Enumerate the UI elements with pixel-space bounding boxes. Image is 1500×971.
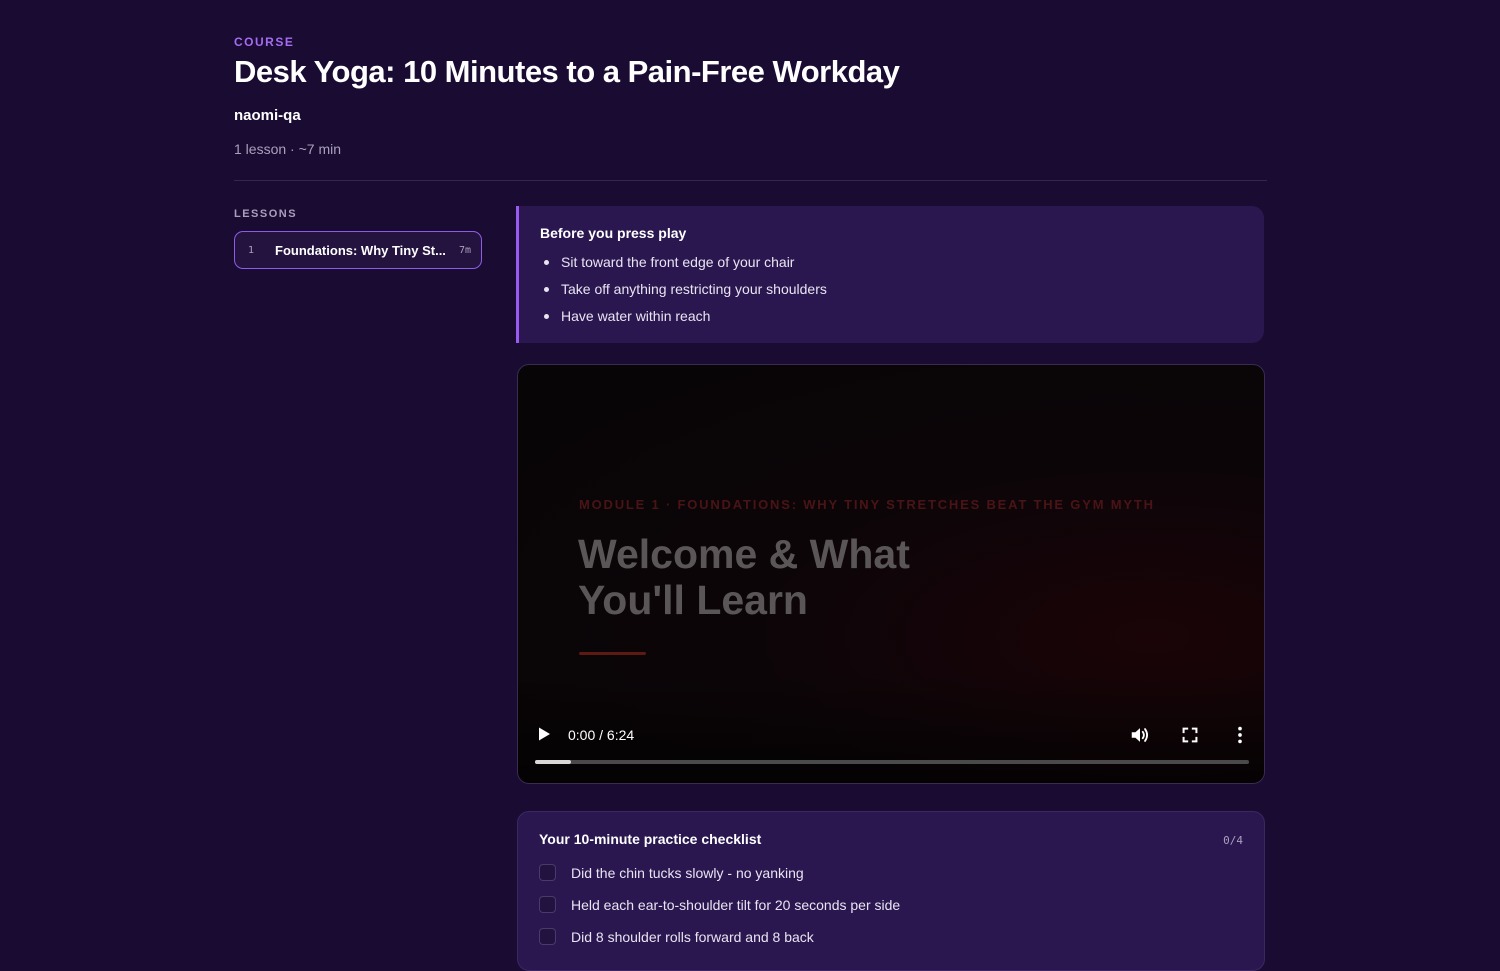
video-module-label: MODULE 1 · FOUNDATIONS: WHY TINY STRETCH… [579,497,1155,512]
video-player[interactable]: MODULE 1 · FOUNDATIONS: WHY TINY STRETCH… [517,364,1265,784]
checklist-item[interactable]: Did the chin tucks slowly - no yanking [539,864,900,896]
checklist-item[interactable]: Did 8 shoulder rolls forward and 8 back [539,928,900,960]
volume-icon[interactable] [1129,724,1151,746]
lessons-heading: LESSONS [234,208,298,220]
checklist-item-label: Did the chin tucks slowly - no yanking [571,865,804,881]
course-author[interactable]: naomi-qa [234,107,301,124]
checklist-item-label: Held each ear-to-shoulder tilt for 20 se… [571,897,901,913]
lesson-title: Foundations: Why Tiny St... [275,242,446,258]
video-controls: 0:00 / 6:24 [518,722,1264,748]
play-icon[interactable] [536,726,552,742]
course-eyebrow: COURSE [234,35,295,49]
video-progress-buffered [535,760,571,764]
checklist-item[interactable]: Held each ear-to-shoulder tilt for 20 se… [539,896,900,928]
video-title-rule [579,652,646,655]
lesson-item-1[interactable]: 1 Foundations: Why Tiny St... 7m [234,231,482,269]
checklist-items: Did the chin tucks slowly - no yanking H… [539,864,900,960]
course-page: COURSE Desk Yoga: 10 Minutes to a Pain-F… [234,0,1267,971]
video-progress-bar[interactable] [535,760,1249,764]
checklist-item-label: Did 8 shoulder rolls forward and 8 back [571,929,814,945]
header-divider [234,180,1267,181]
prep-callout: Before you press play Sit toward the fro… [516,206,1264,343]
prep-title: Before you press play [540,225,687,241]
checklist-count: 0/4 [1223,834,1243,847]
prep-list: Sit toward the front edge of your chair … [540,253,827,334]
lesson-duration: 7m [459,244,472,256]
checkbox[interactable] [539,864,556,881]
fullscreen-icon[interactable] [1179,724,1201,746]
more-vertical-icon[interactable] [1229,724,1251,746]
course-meta: 1 lesson · ~7 min [234,141,341,157]
checklist-title: Your 10-minute practice checklist [539,831,762,847]
prep-item: Take off anything restricting your shoul… [540,280,827,307]
lesson-number: 1 [248,244,255,256]
course-title: Desk Yoga: 10 Minutes to a Pain-Free Wor… [234,54,900,89]
video-time: 0:00 / 6:24 [568,727,635,743]
practice-checklist: Your 10-minute practice checklist 0/4 Di… [517,811,1265,971]
checkbox[interactable] [539,896,556,913]
prep-item: Have water within reach [540,307,827,334]
video-slide-title: Welcome & What You'll Learn [578,531,910,623]
prep-item: Sit toward the front edge of your chair [540,253,827,280]
